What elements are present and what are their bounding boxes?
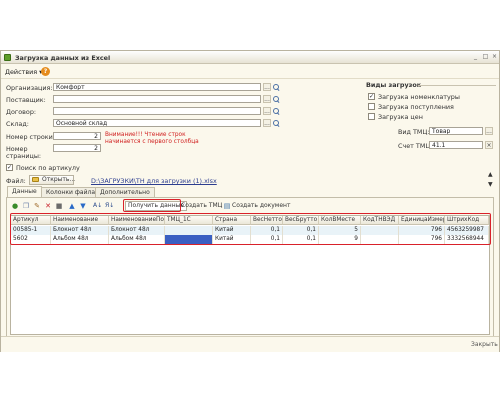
copy-row-icon[interactable]: ❐: [22, 202, 30, 210]
scroll-up-icon[interactable]: ▲: [488, 171, 495, 178]
tmc-account-clear-button[interactable]: ×: [485, 141, 493, 149]
group-divider: [418, 85, 496, 86]
open-file-button[interactable]: Открыть...: [29, 175, 76, 185]
supplier-label: Поставщик:: [6, 96, 46, 104]
sort-descending-icon[interactable]: Я↓: [105, 202, 114, 210]
create-tmc-button[interactable]: Создать ТМЦ: [181, 201, 222, 211]
actions-menu[interactable]: Действия ▾: [5, 68, 42, 76]
file-path-link[interactable]: D:\ЗАГРУЗКИ\ТН для загрузки (1).xlsx: [91, 177, 217, 185]
open-file-label: Открыть...: [42, 176, 76, 183]
help-icon[interactable]: ?: [41, 67, 50, 76]
organization-search-icon[interactable]: [272, 83, 280, 91]
move-down-icon[interactable]: ▼: [79, 202, 87, 210]
supplier-select-button[interactable]: ...: [263, 95, 271, 103]
contract-field[interactable]: [53, 107, 261, 115]
load-nomenclature-label: Загрузка номенклатуры: [378, 93, 460, 101]
close-button[interactable]: Закрыть: [471, 341, 498, 348]
tab-additional[interactable]: Дополнительно: [95, 187, 155, 197]
supplier-field[interactable]: [53, 95, 261, 103]
sort-ascending-icon[interactable]: A↓: [93, 202, 102, 210]
organization-label: Организация:: [6, 84, 53, 92]
organization-select-button[interactable]: ...: [263, 83, 271, 91]
tmc-type-label: Вид ТМЦ:: [398, 128, 430, 136]
tmc-type-field[interactable]: Товар: [429, 127, 483, 135]
main-window: Загрузка данных из Excel _ □ × Действия …: [0, 50, 500, 352]
create-document-button[interactable]: Создать документ: [232, 201, 290, 211]
end-edit-icon[interactable]: ■: [55, 202, 63, 210]
load-receipt-label: Загрузка поступления: [378, 103, 454, 111]
page-number-label-line2: страницы:: [6, 152, 42, 160]
load-prices-checkbox[interactable]: [368, 113, 375, 120]
search-by-article-label: Поиск по артикулу: [16, 164, 80, 172]
warehouse-field[interactable]: Основной склад: [53, 119, 261, 127]
data-tab-panel: ● ❐ ✎ ✕ ■ ▲ ▼ A↓ Я↓ Получить данные Созд…: [6, 197, 494, 340]
table-highlight: [10, 213, 491, 245]
load-prices-label: Загрузка цен: [378, 113, 423, 121]
warehouse-label: Склад:: [6, 120, 29, 128]
supplier-search-icon[interactable]: [272, 95, 280, 103]
load-types-title: Виды загрузок: [366, 81, 422, 89]
document-icon: ▤: [223, 202, 231, 210]
add-row-icon[interactable]: ●: [11, 202, 19, 210]
app-icon: [4, 54, 11, 61]
organization-field[interactable]: Комфорт: [53, 83, 261, 91]
row-number-field[interactable]: 2: [53, 132, 101, 140]
warehouse-select-button[interactable]: ...: [263, 119, 271, 127]
title-bar: Загрузка данных из Excel _ □ ×: [1, 51, 499, 64]
tmc-account-field[interactable]: 41.1: [429, 141, 483, 149]
delete-row-icon[interactable]: ✕: [44, 202, 52, 210]
tmc-type-select-button[interactable]: ...: [485, 127, 493, 135]
warning-text-line2: начинается с первого столбца: [105, 139, 199, 145]
search-by-article-checkbox[interactable]: ✓: [6, 164, 13, 171]
tab-file-columns[interactable]: Колонки файла: [41, 187, 101, 197]
load-nomenclature-checkbox[interactable]: ✓: [368, 93, 375, 100]
maximize-icon[interactable]: □: [481, 53, 490, 61]
menu-bar: Действия ▾ ?: [1, 65, 499, 79]
contract-label: Договор:: [6, 108, 37, 116]
contract-search-icon[interactable]: [272, 107, 280, 115]
get-data-highlight: [123, 199, 181, 212]
warning-text-line1: Внимание!!! Чтение строк: [105, 132, 186, 138]
tmc-account-label: Счет ТМЦ:: [398, 142, 433, 150]
close-icon[interactable]: ×: [490, 53, 499, 61]
contract-select-button[interactable]: ...: [263, 107, 271, 115]
status-bar: Закрыть: [1, 336, 499, 352]
warehouse-search-icon[interactable]: [272, 119, 280, 127]
scroll-down-icon[interactable]: ▼: [488, 181, 495, 188]
row-number-label: Номер строки:: [6, 133, 55, 141]
minimize-icon[interactable]: _: [471, 53, 480, 61]
move-up-icon[interactable]: ▲: [68, 202, 76, 210]
load-receipt-checkbox[interactable]: [368, 103, 375, 110]
edit-row-icon[interactable]: ✎: [33, 202, 41, 210]
window-title: Загрузка данных из Excel: [15, 54, 111, 62]
page-number-field[interactable]: 2: [53, 144, 101, 152]
tab-data[interactable]: Данные: [7, 186, 42, 197]
folder-icon: [32, 177, 39, 182]
file-label: Файл:: [6, 177, 26, 185]
